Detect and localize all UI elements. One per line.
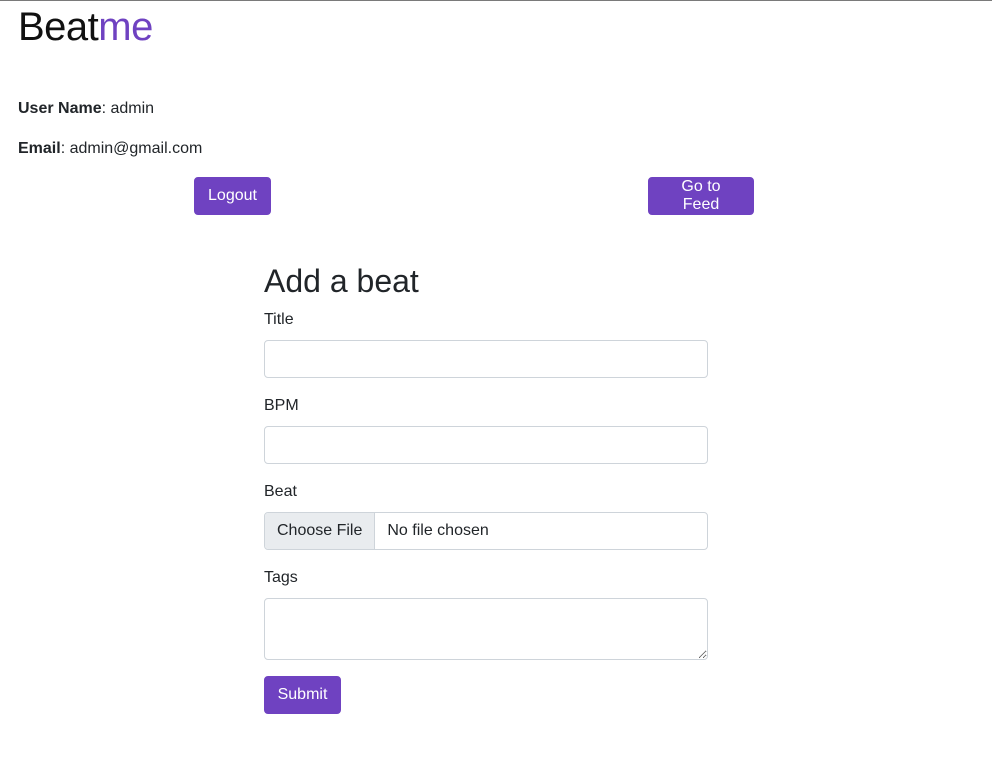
go-to-feed-button[interactable]: Go to Feed bbox=[648, 177, 754, 215]
brand-part-beat: Beat bbox=[18, 5, 99, 49]
brand-part-me: me bbox=[98, 5, 153, 49]
beat-file-input[interactable]: Choose File No file chosen bbox=[264, 512, 708, 550]
bpm-label: BPM bbox=[264, 397, 299, 414]
user-name-value: : admin bbox=[101, 100, 155, 117]
user-name-label: User Name bbox=[18, 100, 102, 117]
tags-textarea[interactable] bbox=[264, 598, 708, 660]
user-name-row: User Name: admin bbox=[18, 99, 154, 119]
tags-label: Tags bbox=[264, 569, 298, 586]
email-value: : admin@gmail.com bbox=[60, 140, 203, 157]
file-status-text: No file chosen bbox=[387, 522, 489, 539]
title-label: Title bbox=[264, 311, 294, 328]
form-heading: Add a beat bbox=[264, 263, 419, 299]
beat-label: Beat bbox=[264, 483, 297, 500]
logout-button[interactable]: Logout bbox=[194, 177, 271, 215]
email-row: Email: admin@gmail.com bbox=[18, 139, 202, 159]
submit-button[interactable]: Submit bbox=[264, 676, 341, 714]
brand-logo: Beatme bbox=[18, 3, 153, 51]
title-input[interactable] bbox=[264, 340, 708, 378]
email-label: Email bbox=[18, 140, 61, 157]
bpm-input[interactable] bbox=[264, 426, 708, 464]
choose-file-button[interactable]: Choose File bbox=[265, 513, 376, 549]
